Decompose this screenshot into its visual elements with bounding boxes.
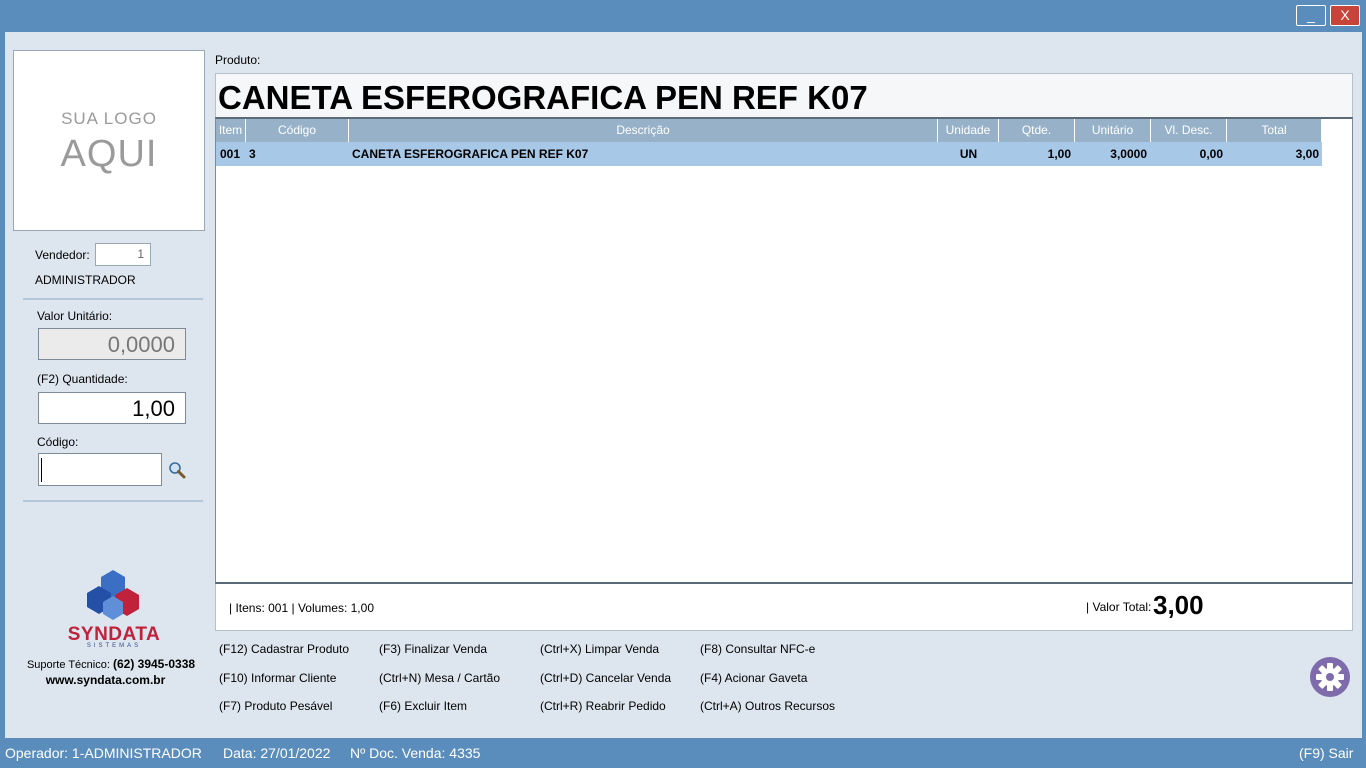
shortcut-weighed-product[interactable]: (F7) Produto Pesável bbox=[219, 699, 332, 713]
total-value: 3,00 bbox=[1153, 590, 1204, 620]
shortcut-cancel-sale[interactable]: (Ctrl+D) Cancelar Venda bbox=[540, 671, 671, 685]
exit-button[interactable]: (F9) Sair bbox=[1299, 745, 1353, 761]
status-footer: Operador: 1-ADMINISTRADOR Data: 27/01/20… bbox=[0, 738, 1366, 768]
shortcut-finish-sale[interactable]: (F3) Finalizar Venda bbox=[379, 642, 487, 656]
cell-description: CANETA ESFEROGRAFICA PEN REF K07 bbox=[352, 147, 589, 161]
column-header[interactable]: Item bbox=[216, 119, 246, 142]
cell-code: 3 bbox=[249, 147, 256, 161]
entry-panel: Valor Unitário: 0,0000 (F2) Quantidade: … bbox=[23, 298, 203, 502]
shortcut-delete-item[interactable]: (F6) Excluir Item bbox=[379, 699, 467, 713]
date-info: Data: 27/01/2022 bbox=[223, 745, 331, 761]
logo-placeholder: SUA LOGO AQUI bbox=[13, 50, 205, 231]
seller-code-input[interactable]: 1 bbox=[95, 243, 151, 266]
current-product-name: CANETA ESFEROGRAFICA PEN REF K07 bbox=[218, 79, 868, 116]
title-bar: _ X bbox=[0, 0, 1366, 32]
seller-name: ADMINISTRADOR bbox=[35, 273, 136, 287]
main-area: SUA LOGO AQUI Vendedor: 1 ADMINISTRADOR … bbox=[5, 32, 1362, 738]
column-header[interactable]: Total bbox=[1227, 119, 1322, 142]
document-number: Nº Doc. Venda: 4335 bbox=[350, 745, 481, 761]
shortcut-open-drawer[interactable]: (F4) Acionar Gaveta bbox=[700, 671, 807, 685]
operator-info: Operador: 1-ADMINISTRADOR bbox=[5, 745, 202, 761]
unit-price-label: Valor Unitário: bbox=[37, 309, 113, 323]
items-table[interactable]: Item Código Descrição Unidade Qtde. Unit… bbox=[215, 117, 1353, 584]
cell-unit: UN bbox=[959, 147, 978, 161]
shortcut-other-resources[interactable]: (Ctrl+A) Outros Recursos bbox=[700, 699, 835, 713]
shortcut-inform-customer[interactable]: (F10) Informar Cliente bbox=[219, 671, 336, 685]
quantity-field[interactable]: 1,00 bbox=[38, 392, 186, 424]
seller-label: Vendedor: bbox=[35, 248, 90, 262]
column-header[interactable]: Código bbox=[246, 119, 349, 142]
code-input[interactable] bbox=[38, 453, 162, 486]
brand-tagline: SISTEMAS bbox=[86, 643, 142, 649]
support-phone: (62) 3945-0338 bbox=[112, 657, 196, 671]
support-contact: Suporte Técnico: (62) 3945-0338 bbox=[25, 657, 197, 671]
column-header[interactable]: Unitário bbox=[1075, 119, 1151, 142]
cell-discount: 0,00 bbox=[1199, 147, 1223, 161]
quantity-label: (F2) Quantidade: bbox=[37, 372, 128, 386]
cell-total: 3,00 bbox=[1295, 147, 1319, 161]
product-banner: CANETA ESFEROGRAFICA PEN REF K07 bbox=[215, 73, 1353, 117]
logo-text-large: AQUI bbox=[60, 133, 158, 175]
cell-qty: 1,00 bbox=[1047, 147, 1071, 161]
gear-icon[interactable] bbox=[1310, 657, 1350, 697]
product-caption: Produto: bbox=[215, 53, 261, 67]
shortcut-table-card[interactable]: (Ctrl+N) Mesa / Cartão bbox=[379, 671, 500, 685]
unit-price-field: 0,0000 bbox=[38, 328, 186, 360]
cell-unit-price: 3,0000 bbox=[1110, 147, 1147, 161]
total-label: | Valor Total: bbox=[1086, 600, 1152, 614]
shortcut-clear-sale[interactable]: (Ctrl+X) Limpar Venda bbox=[540, 642, 659, 656]
column-header[interactable]: Vl. Desc. bbox=[1151, 119, 1227, 142]
shortcut-query-nfce[interactable]: (F8) Consultar NFC-e bbox=[700, 642, 815, 656]
table-header: Item Código Descrição Unidade Qtde. Unit… bbox=[216, 119, 1322, 142]
text-caret bbox=[41, 458, 42, 482]
column-header[interactable]: Descrição bbox=[349, 119, 938, 142]
items-volumes-count: | Itens: 001 | Volumes: 1,00 bbox=[229, 601, 374, 615]
sale-summary: | Itens: 001 | Volumes: 1,00 | Valor Tot… bbox=[215, 584, 1353, 631]
logo-text-small: SUA LOGO bbox=[61, 109, 157, 128]
shortcut-register-product[interactable]: (F12) Cadastrar Produto bbox=[219, 642, 349, 656]
code-label: Código: bbox=[37, 435, 79, 449]
cell-item: 001 bbox=[220, 147, 241, 161]
minimize-button[interactable]: _ bbox=[1296, 5, 1326, 26]
table-row[interactable]: 001 3 CANETA ESFEROGRAFICA PEN REF K07 U… bbox=[216, 142, 1322, 166]
brand-mark-icon bbox=[87, 570, 139, 620]
shortcut-reopen-order[interactable]: (Ctrl+R) Reabrir Pedido bbox=[540, 699, 666, 713]
support-label: Suporte Técnico: bbox=[26, 659, 110, 671]
website-link[interactable]: www.syndata.com.br bbox=[25, 673, 186, 687]
magnifier-icon[interactable] bbox=[167, 460, 187, 480]
close-button[interactable]: X bbox=[1330, 5, 1360, 26]
column-header[interactable]: Qtde. bbox=[999, 119, 1075, 142]
column-header[interactable]: Unidade bbox=[938, 119, 999, 142]
